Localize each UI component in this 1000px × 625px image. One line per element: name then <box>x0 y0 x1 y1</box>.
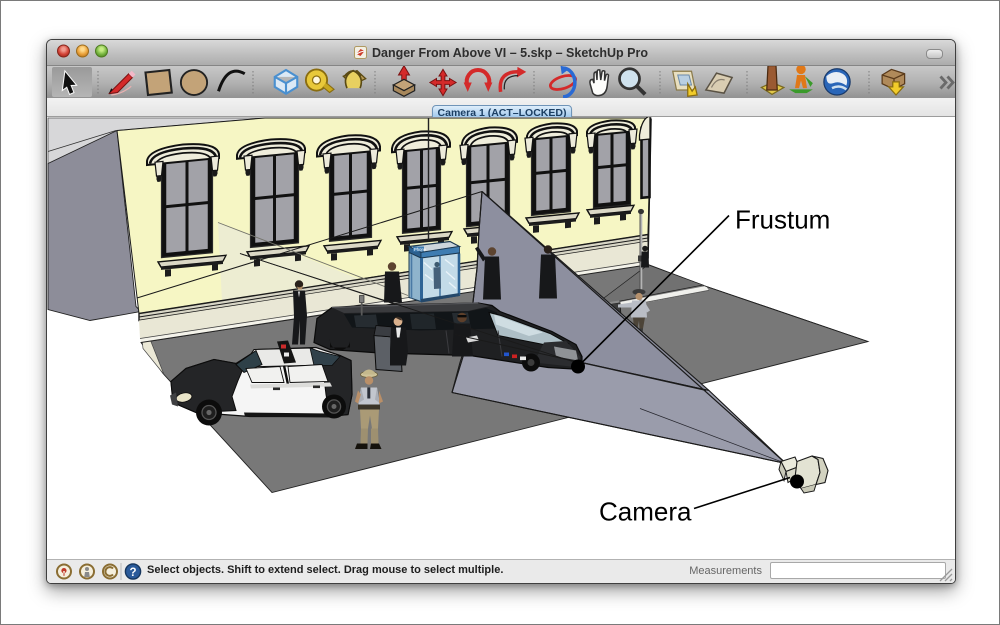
svg-text:Phone: Phone <box>414 247 427 252</box>
svg-text:?: ? <box>129 567 136 579</box>
svg-text:Camera: Camera <box>599 497 692 527</box>
svg-text:Frustum: Frustum <box>735 205 830 235</box>
